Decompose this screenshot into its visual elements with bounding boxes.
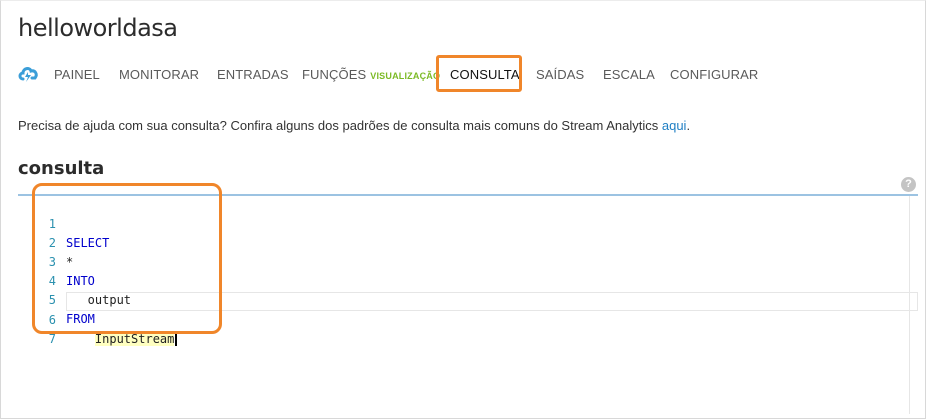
tab-funcoes-label: FUNÇÕES (302, 67, 367, 82)
tab-escala[interactable]: ESCALA (603, 67, 655, 82)
tab-configurar[interactable]: CONFIGURAR (670, 67, 758, 82)
selected-token: InputStream (94, 332, 175, 346)
preview-badge: VISUALIZAÇÃO (370, 71, 441, 81)
cloud-lightning-icon (18, 63, 40, 85)
help-text-body: Precisa de ajuda com sua consulta? Confi… (18, 118, 662, 133)
tab-monitorar[interactable]: MONITORAR (119, 67, 199, 82)
help-text: Precisa de ajuda com sua consulta? Confi… (18, 118, 690, 133)
query-section-title: consulta (18, 158, 105, 179)
tab-saidas[interactable]: SAÍDAS (536, 67, 584, 82)
help-text-trail: . (686, 118, 691, 133)
help-icon[interactable]: ? (901, 177, 916, 192)
code-highlight-outline (32, 183, 222, 334)
tab-painel[interactable]: PAINEL (54, 67, 100, 82)
tab-funcoes[interactable]: FUNÇÕES VISUALIZAÇÃO (302, 67, 440, 82)
tab-entradas[interactable]: ENTRADAS (217, 67, 289, 82)
page-title: helloworldasa (18, 14, 178, 42)
tab-highlight-outline (436, 55, 522, 92)
help-link[interactable]: aqui (662, 118, 687, 133)
